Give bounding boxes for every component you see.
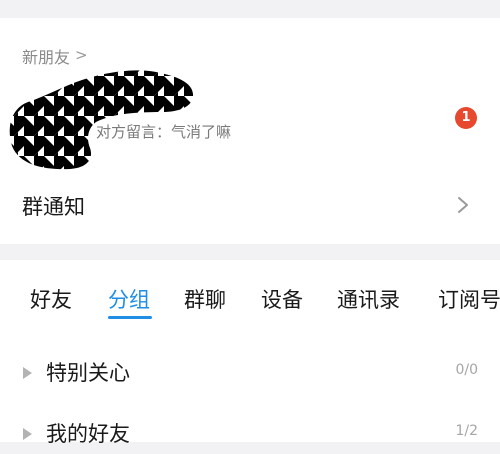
chevron-right-icon: >: [75, 46, 88, 64]
group-name: 特别关心: [46, 361, 130, 385]
group-name: 我的好友: [46, 422, 130, 446]
contacts-tabs: 好友 分组 群聊 设备 通讯录 订阅号: [0, 284, 500, 324]
expand-triangle-icon: [23, 428, 32, 440]
active-tab-indicator: [108, 316, 152, 319]
tab-group-chats[interactable]: 群聊: [184, 284, 226, 314]
tab-address-book[interactable]: 通讯录: [337, 284, 400, 314]
expand-triangle-icon: [23, 367, 32, 379]
group-notice-row[interactable]: 群通知: [22, 191, 85, 221]
group-notice-label: 群通知: [22, 195, 85, 219]
tab-friends[interactable]: 好友: [30, 284, 72, 314]
new-friends-label: 新朋友: [22, 48, 71, 67]
group-row-special-care[interactable]: 特别关心 0/0: [0, 353, 500, 393]
friend-request-avatar[interactable]: [4, 66, 194, 170]
friend-request-message: 对方留言：气消了嘛: [96, 123, 232, 141]
group-online-count: 0/0: [455, 362, 478, 378]
tab-devices[interactable]: 设备: [261, 284, 303, 314]
group-row-my-friends[interactable]: 我的好友 1/2: [0, 414, 500, 454]
group-online-count: 1/2: [455, 423, 478, 439]
tab-groups[interactable]: 分组: [108, 284, 150, 314]
chevron-right-icon: [458, 197, 468, 213]
new-friends-link[interactable]: 新朋友 >: [22, 44, 88, 68]
unread-count-badge: 1: [455, 107, 477, 129]
top-spacer: [0, 0, 500, 18]
tab-subscriptions[interactable]: 订阅号: [438, 284, 500, 314]
